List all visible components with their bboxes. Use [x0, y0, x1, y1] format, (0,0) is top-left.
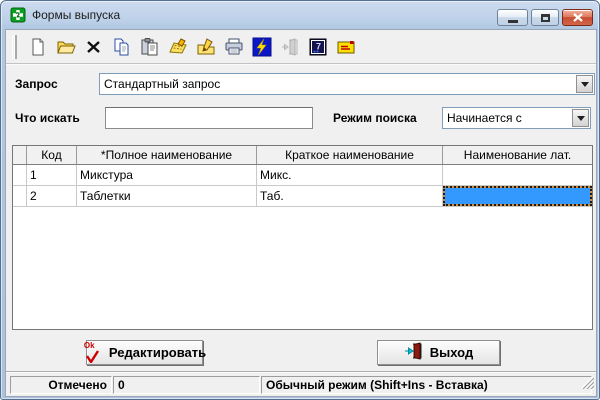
row-indicator-cell[interactable] [13, 186, 27, 206]
search-mode-label: Режим поиска [333, 111, 417, 125]
pharmacy-cross-icon [10, 7, 26, 23]
open-folder-icon[interactable] [55, 36, 77, 58]
exit-door-icon [404, 342, 424, 363]
grid-header-latin-name: Наименование лат. [463, 148, 572, 162]
svg-text:7: 7 [316, 41, 321, 51]
data-grid: Код *Полное наименование Краткое наимено… [12, 145, 593, 330]
query-combobox-value: Стандартный запрос [104, 77, 221, 91]
edit-note-icon[interactable] [167, 36, 189, 58]
query-combobox[interactable]: Стандартный запрос [99, 73, 595, 95]
search-mode-dropdown-button[interactable] [572, 109, 589, 127]
full-name-cell[interactable]: Микстура [77, 165, 257, 185]
search-label: Что искать [15, 111, 80, 125]
query-label: Запрос [15, 77, 58, 91]
edit-button-label: Редактировать [108, 345, 207, 360]
grid-header-code: Код [27, 146, 77, 164]
new-document-icon[interactable] [27, 36, 49, 58]
table-row[interactable]: 1 Микстура Микс. [13, 165, 592, 186]
maximize-button[interactable] [531, 9, 559, 26]
status-marked-label: Отмечено [10, 376, 112, 394]
ok-checkmark-icon: Ok [83, 341, 103, 363]
exit-door-disabled-icon [279, 36, 301, 58]
minimize-icon [507, 19, 518, 23]
grid-header-indicator [13, 146, 27, 164]
code-cell[interactable]: 1 [27, 165, 77, 185]
chevron-down-icon [576, 115, 585, 121]
window-title: Формы выпуска [32, 8, 121, 22]
edit-folder-icon[interactable] [195, 36, 217, 58]
client-area: 7 Запрос Стандартный запрос Что искать Р… [5, 29, 597, 397]
search-mode-combobox[interactable]: Начинается с [442, 107, 591, 129]
delete-x-icon[interactable] [83, 36, 105, 58]
mail-envelope-icon[interactable] [335, 36, 357, 58]
table-row[interactable]: 2 Таблетки Таб. [13, 186, 592, 207]
row-indicator-cell[interactable] [13, 165, 27, 185]
grid-header-short-name: Краткое наименование [257, 146, 443, 164]
lightning-icon[interactable] [251, 36, 273, 58]
short-name-cell[interactable]: Таб. [257, 186, 443, 206]
query-combobox-dropdown-button[interactable] [576, 75, 593, 93]
exit-button-label: Выход [429, 345, 474, 360]
latin-name-cell[interactable] [443, 165, 592, 185]
resize-grip[interactable] [581, 376, 595, 394]
calculator-icon[interactable]: 7 [307, 36, 329, 58]
code-cell[interactable]: 2 [27, 186, 77, 206]
status-mode-text: Обычный режим (Shift+Ins - Вставка) [261, 376, 592, 394]
grid-header-full-name: *Полное наименование [77, 146, 257, 164]
copy-icon[interactable] [111, 36, 133, 58]
exit-button[interactable]: Выход [377, 340, 500, 365]
search-mode-combobox-value: Начинается с [447, 111, 522, 125]
search-input[interactable] [105, 107, 313, 129]
window-controls [497, 9, 593, 26]
minimize-button[interactable] [497, 9, 528, 26]
short-name-cell[interactable]: Микс. [257, 165, 443, 185]
chevron-down-icon [580, 81, 589, 87]
close-icon [572, 13, 583, 22]
full-name-cell[interactable]: Таблетки [77, 186, 257, 206]
selected-cell[interactable] [443, 186, 592, 206]
toolbar: 7 [6, 30, 596, 64]
maximize-icon [540, 13, 550, 22]
status-bar: Отмечено 0 Обычный режим (Shift+Ins - Вс… [6, 371, 596, 396]
titlebar[interactable]: Формы выпуска [1, 1, 599, 29]
printer-icon[interactable] [223, 36, 245, 58]
app-window: Формы выпуска 7 Запрос Стандартный запро… [0, 0, 600, 400]
close-button[interactable] [562, 9, 593, 26]
paste-icon[interactable] [139, 36, 161, 58]
status-marked-value: 0 [113, 376, 260, 394]
edit-button[interactable]: Ok Редактировать [83, 340, 207, 365]
toolbar-gripper[interactable] [12, 34, 19, 59]
grid-header-row: Код *Полное наименование Краткое наимено… [13, 146, 592, 165]
